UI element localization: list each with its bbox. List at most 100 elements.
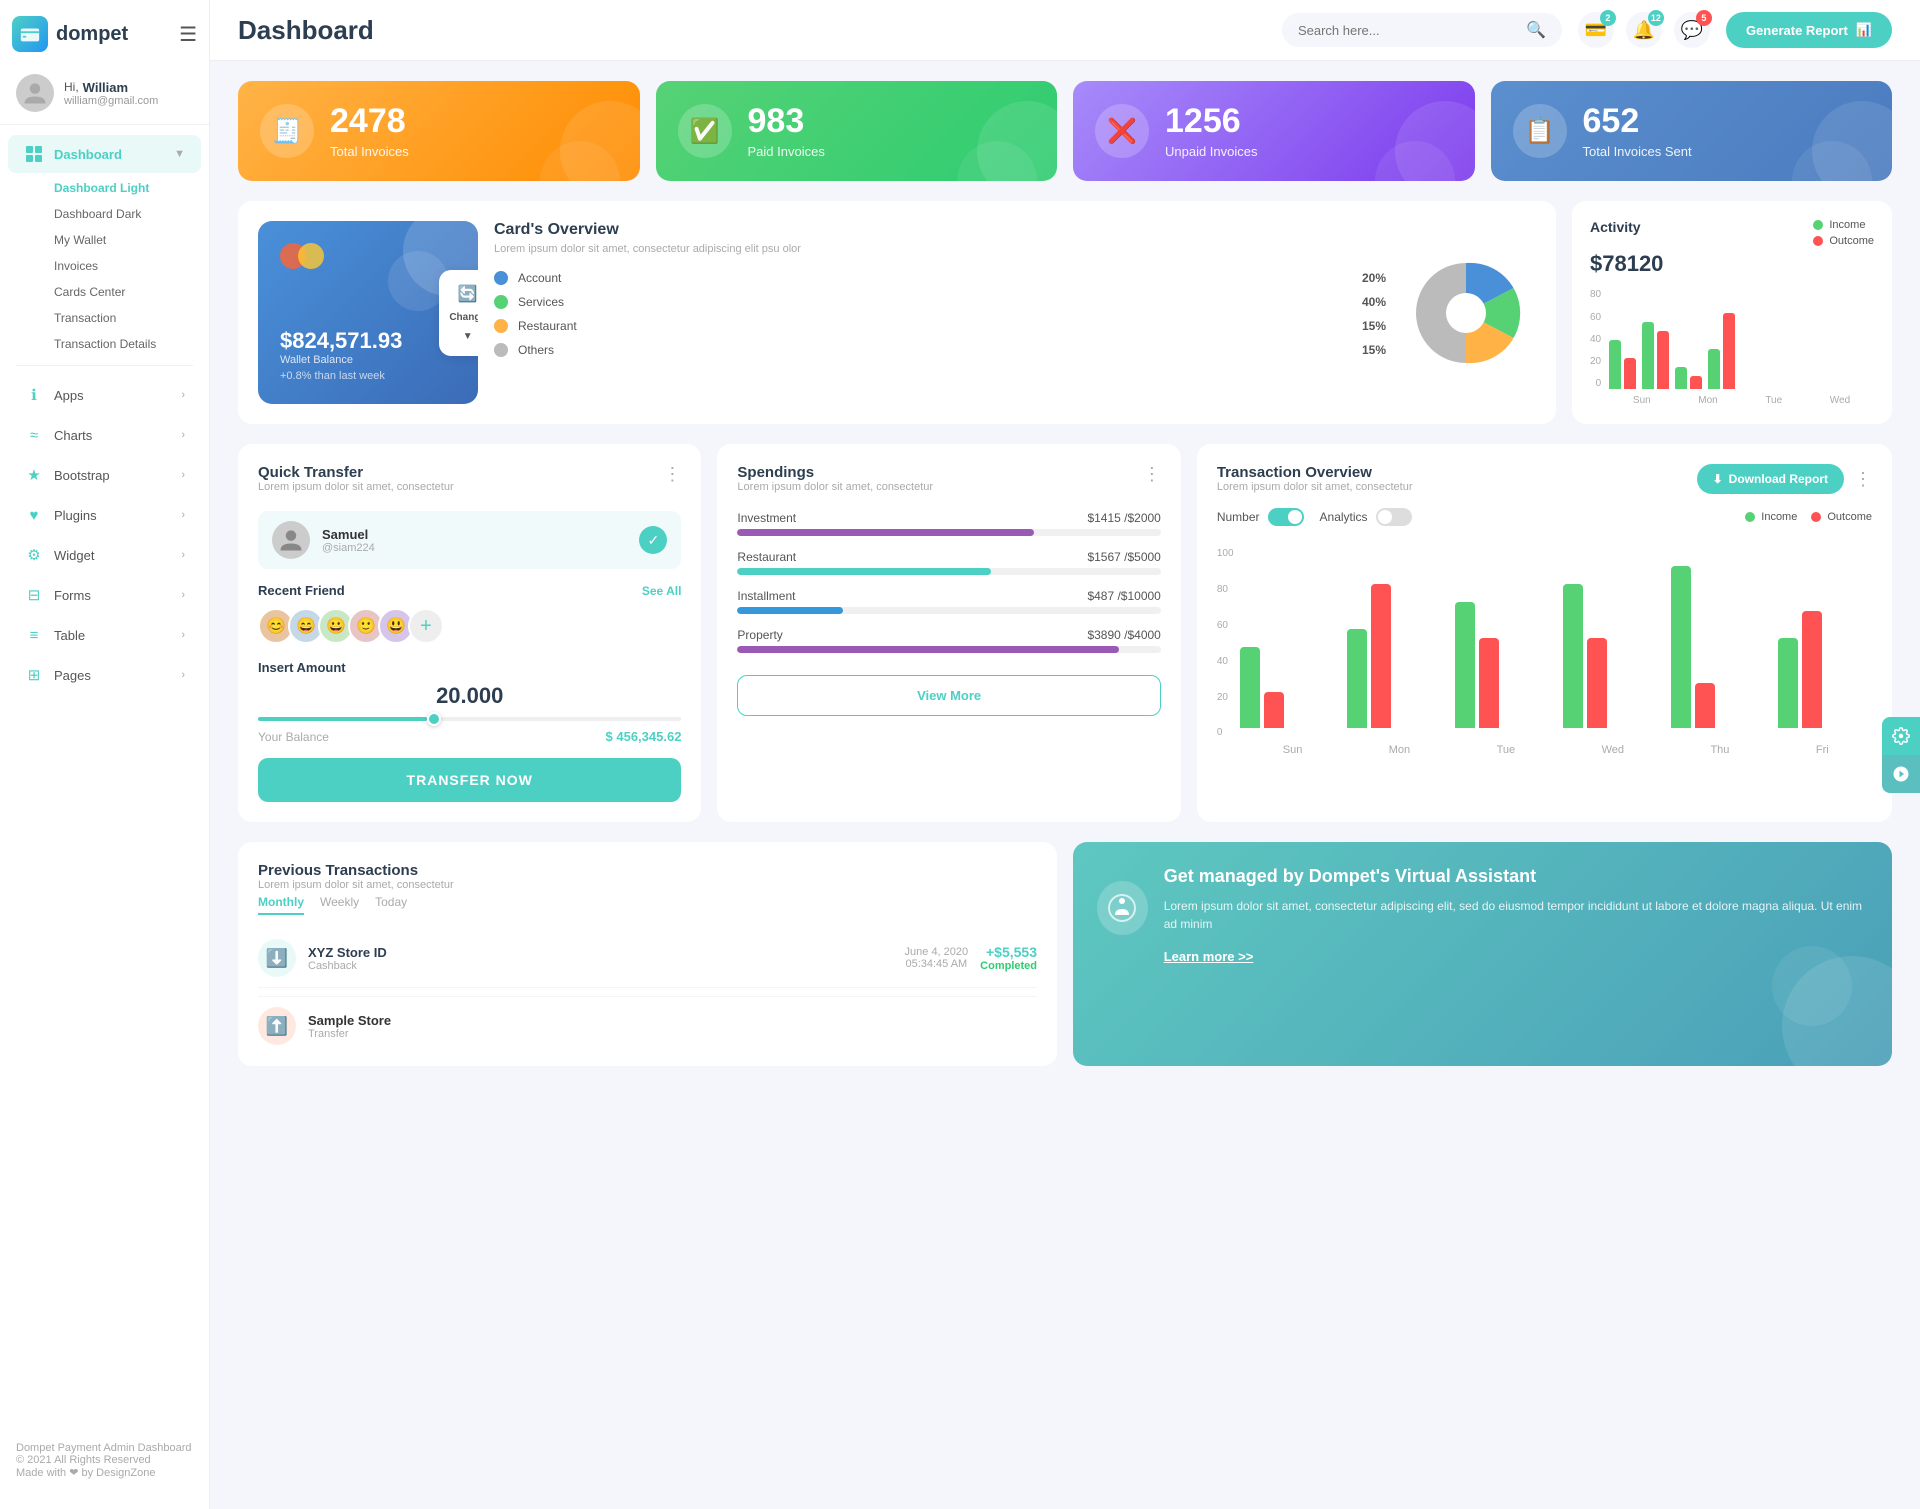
x-label-sun: Sun (1633, 395, 1651, 406)
table-row: ⬇️ XYZ Store ID Cashback June 4, 2020 05… (258, 929, 1037, 988)
quick-transfer-menu[interactable]: ⋮ (663, 464, 681, 485)
bootstrap-arrow: › (181, 469, 185, 481)
subnav-light[interactable]: Dashboard Light (46, 175, 209, 201)
overview-item-0: Account 20% (494, 271, 1386, 285)
spending-bar-3 (737, 646, 1160, 653)
to-outcome-label: Outcome (1827, 511, 1872, 523)
spending-label-0: Investment (737, 511, 796, 525)
spending-item-1: Restaurant $1567 /$5000 (737, 550, 1160, 575)
subnav-wallet[interactable]: My Wallet (46, 227, 209, 253)
stat-info-1: 983 Paid Invoices (748, 103, 825, 159)
subnav-invoices[interactable]: Invoices (46, 253, 209, 279)
outcome-bar-2 (1690, 376, 1702, 390)
spendings-menu[interactable]: ⋮ (1143, 464, 1161, 485)
tx-icon: ⬇️ (258, 939, 296, 977)
va-subtitle: Lorem ipsum dolor sit amet, consectetur … (1164, 897, 1868, 933)
dashboard-subnav: Dashboard Light Dashboard Dark My Wallet… (0, 175, 209, 357)
big-y-axis: 100 80 60 40 20 0 (1217, 538, 1234, 738)
activity-header: Activity Income Outcome (1590, 219, 1874, 247)
user-greeting: Hi, (64, 80, 79, 94)
recent-friends-header: Recent Friend See All (258, 583, 681, 598)
tx-type-2: Transfer (308, 1028, 391, 1040)
prev-header: Previous Transactions Lorem ipsum dolor … (258, 862, 1037, 891)
ov-label-0: Account (518, 271, 1352, 285)
chat-icon-btn[interactable]: 💬 5 (1674, 12, 1710, 48)
ov-dot-1 (494, 295, 508, 309)
va-learn-more[interactable]: Learn more >> (1164, 949, 1254, 964)
previous-transactions-panel: Previous Transactions Lorem ipsum dolor … (238, 842, 1057, 1066)
y-40: 40 (1590, 334, 1601, 345)
bar-group-1 (1642, 322, 1669, 390)
footer-copy: © 2021 All Rights Reserved (16, 1454, 193, 1466)
to-menu[interactable]: ⋮ (1854, 469, 1872, 490)
spending-header-0: Investment $1415 /$2000 (737, 511, 1160, 525)
overview-item-3: Others 15% (494, 343, 1386, 357)
table-arrow: › (181, 629, 185, 641)
transaction-controls: ⬇ Download Report ⋮ (1697, 464, 1872, 494)
forms-icon: ⊟ (24, 585, 44, 605)
to-income-dot (1745, 512, 1755, 522)
tab-today[interactable]: Today (375, 895, 407, 915)
subnav-transaction[interactable]: Transaction (46, 305, 209, 331)
spendings-title: Spendings (737, 464, 933, 481)
ov-label-2: Restaurant (518, 319, 1352, 333)
download-report-button[interactable]: ⬇ Download Report (1697, 464, 1844, 494)
big-out-2 (1479, 638, 1499, 728)
nav-charts[interactable]: ≈ Charts › (8, 416, 201, 454)
nav-plugins[interactable]: ♥ Plugins › (8, 496, 201, 534)
settings-icon-btn[interactable] (1882, 717, 1920, 755)
notification-icon-btn[interactable]: 🔔 12 (1626, 12, 1662, 48)
quick-transfer-panel: Quick Transfer Lorem ipsum dolor sit ame… (238, 444, 701, 822)
overview-item-2: Restaurant 15% (494, 319, 1386, 333)
nav-apps[interactable]: ℹ Apps › (8, 376, 201, 414)
subnav-cards[interactable]: Cards Center (46, 279, 209, 305)
add-friend[interactable]: + (408, 608, 444, 644)
nav-widget[interactable]: ⚙ Widget › (8, 536, 201, 574)
see-all-link[interactable]: See All (642, 584, 682, 598)
change-button[interactable]: 🔄 Change ▼ (439, 270, 478, 356)
nav-table[interactable]: ≡ Table › (8, 616, 201, 654)
search-input[interactable] (1298, 23, 1518, 38)
amount-slider[interactable] (258, 717, 681, 721)
x-label-wed: Wed (1830, 395, 1850, 406)
tab-weekly[interactable]: Weekly (320, 895, 359, 915)
right-sidebar (1882, 717, 1920, 793)
bar-group-2 (1675, 367, 1702, 390)
activity-chart: 80 60 40 20 0 SunMonTueWed (1590, 289, 1874, 406)
spendings-list: Investment $1415 /$2000 Restaurant $1567… (737, 511, 1160, 653)
drop-icon-btn[interactable] (1882, 755, 1920, 793)
nav-forms[interactable]: ⊟ Forms › (8, 576, 201, 614)
wallet-change: +0.8% than last week (280, 370, 456, 382)
big-bar-group-2 (1455, 602, 1549, 728)
number-toggle[interactable] (1268, 508, 1304, 526)
income-legend: Income (1813, 219, 1874, 231)
spending-fill-3 (737, 646, 1118, 653)
tx-time: 05:34:45 AM (905, 958, 969, 970)
big-x-thu: Thu (1710, 744, 1729, 756)
user-profile: Hi, William william@gmail.com (0, 62, 209, 125)
tab-monthly[interactable]: Monthly (258, 895, 304, 915)
wallet-amount: $824,571.93 (280, 328, 456, 354)
subnav-dark[interactable]: Dashboard Dark (46, 201, 209, 227)
logo-text: dompet (56, 23, 128, 46)
hamburger-icon[interactable]: ☰ (179, 22, 197, 47)
big-x-labels: SunMonTueWedThuFri (1240, 744, 1872, 756)
check-icon: ✓ (639, 526, 667, 554)
y-60: 60 (1590, 312, 1601, 323)
nav-dashboard[interactable]: Dashboard ▼ (8, 135, 201, 173)
spending-item-2: Installment $487 /$10000 (737, 589, 1160, 614)
analytics-toggle[interactable] (1376, 508, 1412, 526)
wallet-icon-btn[interactable]: 💳 2 (1578, 12, 1614, 48)
by-0: 0 (1217, 727, 1234, 738)
income-bar-0 (1609, 340, 1621, 390)
nav-pages[interactable]: ⊞ Pages › (8, 656, 201, 694)
view-more-button[interactable]: View More (737, 675, 1160, 716)
transaction-title: Transaction Overview (1217, 464, 1413, 481)
nav-bootstrap[interactable]: ★ Bootstrap › (8, 456, 201, 494)
dashboard-icon (24, 144, 44, 164)
transfer-now-button[interactable]: TRANSFER NOW (258, 758, 681, 802)
generate-report-button[interactable]: Generate Report 📊 (1726, 12, 1892, 48)
nav-forms-label: Forms (54, 588, 91, 603)
big-out-0 (1264, 692, 1284, 728)
subnav-transaction-details[interactable]: Transaction Details (46, 331, 209, 357)
